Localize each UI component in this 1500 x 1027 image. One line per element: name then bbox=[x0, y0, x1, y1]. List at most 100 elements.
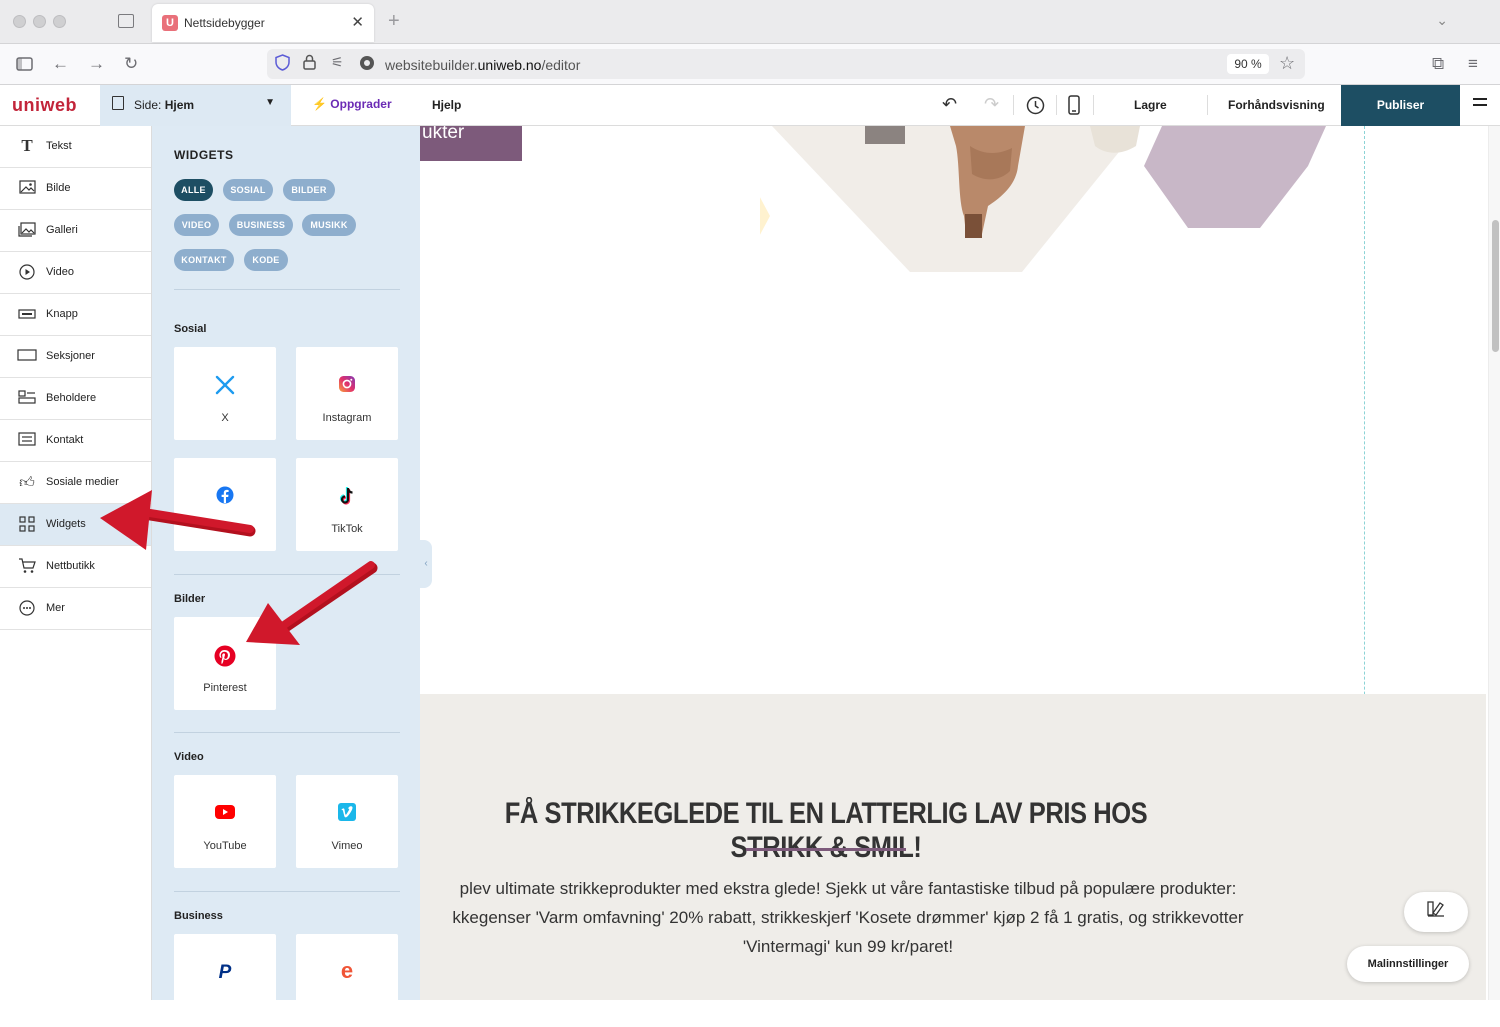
promo-body-line: kkegenser 'Varm omfavning' 20% rabatt, s… bbox=[452, 908, 1244, 927]
widgets-icon bbox=[17, 516, 37, 534]
window-zoom-dot[interactable] bbox=[53, 15, 66, 28]
page-select-dropdown[interactable]: Side: Hjem ▼ bbox=[100, 85, 291, 126]
widget-card-vimeo[interactable]: Vimeo bbox=[296, 775, 398, 868]
shield-icon[interactable] bbox=[275, 54, 290, 75]
url-path: /editor bbox=[541, 57, 581, 73]
section-label-business: Business bbox=[174, 910, 223, 922]
widget-card-facebook[interactable] bbox=[174, 458, 276, 551]
publish-button[interactable]: Publiser bbox=[1341, 85, 1460, 126]
back-icon[interactable]: ← bbox=[52, 54, 69, 74]
sidebar-item-kontakt[interactable]: Kontakt bbox=[0, 420, 151, 462]
canvas-scrollbar[interactable] bbox=[1488, 126, 1500, 1000]
window-minimize-dot[interactable] bbox=[33, 15, 46, 28]
design-settings-button[interactable] bbox=[1404, 892, 1468, 932]
collapse-panel-icon[interactable]: ‹ bbox=[420, 540, 432, 588]
thumbs-up-icon: 👍︎ bbox=[19, 474, 35, 491]
widget-card-pinterest[interactable]: Pinterest bbox=[174, 617, 276, 710]
extensions-icon[interactable]: ⧉ bbox=[1432, 54, 1444, 74]
tab-tray-icon[interactable] bbox=[118, 14, 134, 28]
widget-card-label: X bbox=[221, 412, 229, 424]
upgrade-label: Oppgrader bbox=[330, 97, 392, 111]
text-icon: T bbox=[21, 136, 33, 155]
sidebar-item-beholdere[interactable]: Beholdere bbox=[0, 378, 151, 420]
bookmark-star-icon[interactable]: ☆ bbox=[1279, 53, 1295, 74]
site-icon bbox=[359, 55, 375, 74]
header-divider bbox=[1013, 95, 1014, 115]
filter-chip-video[interactable]: VIDEO bbox=[174, 214, 219, 236]
reload-icon[interactable]: ↻ bbox=[124, 54, 138, 74]
header-divider bbox=[1093, 95, 1094, 115]
sidebar-item-galleri[interactable]: Galleri bbox=[0, 210, 151, 252]
sidebar-item-seksjoner[interactable]: Seksjoner bbox=[0, 336, 151, 378]
filter-chip-alle[interactable]: ALLE bbox=[174, 179, 213, 201]
filter-chip-kode[interactable]: KODE bbox=[244, 249, 288, 271]
paypal-icon: P bbox=[218, 962, 232, 983]
hero-button[interactable]: ukter bbox=[420, 126, 522, 161]
undo-icon[interactable]: ↶ bbox=[942, 94, 957, 115]
upgrade-button[interactable]: ⚡ Oppgrader bbox=[312, 97, 392, 111]
sidebar-item-label: Galleri bbox=[46, 224, 78, 236]
sidebar-item-widgets[interactable]: Widgets bbox=[0, 504, 151, 546]
help-button[interactable]: Hjelp bbox=[432, 98, 461, 112]
scrollbar-thumb[interactable] bbox=[1492, 220, 1499, 352]
button-icon bbox=[17, 306, 37, 324]
preview-button[interactable]: Forhåndsvisning bbox=[1228, 98, 1325, 112]
sidebar-toggle-icon[interactable] bbox=[16, 56, 33, 76]
chevron-down-icon[interactable]: ⌄ bbox=[1436, 12, 1448, 29]
image-icon bbox=[17, 180, 37, 198]
sidebar-item-label: Tekst bbox=[46, 140, 72, 152]
lock-icon[interactable] bbox=[303, 54, 316, 74]
forward-icon[interactable]: → bbox=[88, 54, 105, 74]
mobile-view-icon[interactable] bbox=[1068, 95, 1080, 120]
widget-card-youtube[interactable]: YouTube bbox=[174, 775, 276, 868]
promo-section-title[interactable]: FÅ STRIKKEGLEDE TIL EN LATTERLIG LAV PRI… bbox=[481, 797, 1171, 865]
redo-icon[interactable]: ↷ bbox=[984, 94, 999, 115]
panel-divider bbox=[174, 574, 400, 575]
template-settings-button[interactable]: Malinnstillinger bbox=[1347, 946, 1469, 982]
x-logo-icon bbox=[174, 375, 276, 397]
zoom-badge[interactable]: 90 % bbox=[1227, 54, 1269, 74]
promo-section[interactable]: FÅ STRIKKEGLEDE TIL EN LATTERLIG LAV PRI… bbox=[420, 694, 1486, 1000]
sidebar-item-knapp[interactable]: Knapp bbox=[0, 294, 151, 336]
sidebar-item-mer[interactable]: Mer bbox=[0, 588, 151, 630]
address-bar[interactable]: ⚟ websitebuilder.uniweb.no/editor 90 % ☆ bbox=[267, 49, 1305, 79]
filter-chip-musikk[interactable]: MUSIKK bbox=[302, 214, 356, 236]
filter-chip-sosial[interactable]: SOSIAL bbox=[223, 179, 273, 201]
caret-down-icon: ▼ bbox=[265, 97, 275, 108]
uniweb-favicon-icon: U bbox=[162, 15, 178, 31]
sidebar-item-nettbutikk[interactable]: Nettbutikk bbox=[0, 546, 151, 588]
new-tab-icon[interactable]: + bbox=[388, 10, 400, 33]
sidebar-item-label: Kontakt bbox=[46, 434, 84, 446]
tab-close-icon[interactable]: ✕ bbox=[351, 13, 364, 31]
save-button[interactable]: Lagre bbox=[1134, 98, 1167, 112]
app-menu-icon[interactable]: ≡ bbox=[1468, 54, 1478, 74]
editor-canvas[interactable]: ukter FÅ STRIKKEGLEDE TIL EN LATTERLIG L… bbox=[420, 126, 1486, 1000]
widget-card-paypal[interactable]: P bbox=[174, 934, 276, 1027]
more-icon bbox=[17, 600, 37, 618]
history-icon[interactable] bbox=[1026, 96, 1045, 120]
sidebar-item-label: Sosiale medier bbox=[46, 476, 119, 488]
element-sidebar: T Tekst Bilde Galleri Video Knapp Seksjo… bbox=[0, 126, 152, 1000]
widget-card-eventbrite[interactable]: e bbox=[296, 934, 398, 1027]
widget-card-x[interactable]: X bbox=[174, 347, 276, 440]
page-select-prefix: Side: bbox=[134, 98, 165, 112]
sidebar-item-tekst[interactable]: T Tekst bbox=[0, 126, 151, 168]
filter-chip-business[interactable]: BUSINESS bbox=[229, 214, 293, 236]
promo-section-body[interactable]: plev ultimate strikkeprodukter med ekstr… bbox=[420, 874, 1276, 961]
filter-chip-kontakt[interactable]: KONTAKT bbox=[174, 249, 234, 271]
browser-tab[interactable]: U Nettsidebygger ✕ bbox=[152, 4, 374, 42]
widget-card-tiktok[interactable]: TikTok bbox=[296, 458, 398, 551]
contact-icon bbox=[17, 432, 37, 450]
filter-chip-bilder[interactable]: BILDER bbox=[283, 179, 335, 201]
url-text[interactable]: websitebuilder.uniweb.no/editor bbox=[385, 57, 580, 73]
hero-image-collage[interactable] bbox=[760, 126, 1340, 276]
paintbrush-icon bbox=[1426, 901, 1446, 922]
sidebar-item-bilde[interactable]: Bilde bbox=[0, 168, 151, 210]
permissions-icon[interactable]: ⚟ bbox=[331, 54, 344, 71]
hamburger-menu-icon[interactable] bbox=[1473, 98, 1487, 110]
widget-card-instagram[interactable]: Instagram bbox=[296, 347, 398, 440]
window-close-dot[interactable] bbox=[13, 15, 26, 28]
widget-card-label: Vimeo bbox=[331, 840, 363, 852]
sidebar-item-video[interactable]: Video bbox=[0, 252, 151, 294]
sidebar-item-sosiale-medier[interactable]: 👍︎ Sosiale medier bbox=[0, 462, 151, 504]
